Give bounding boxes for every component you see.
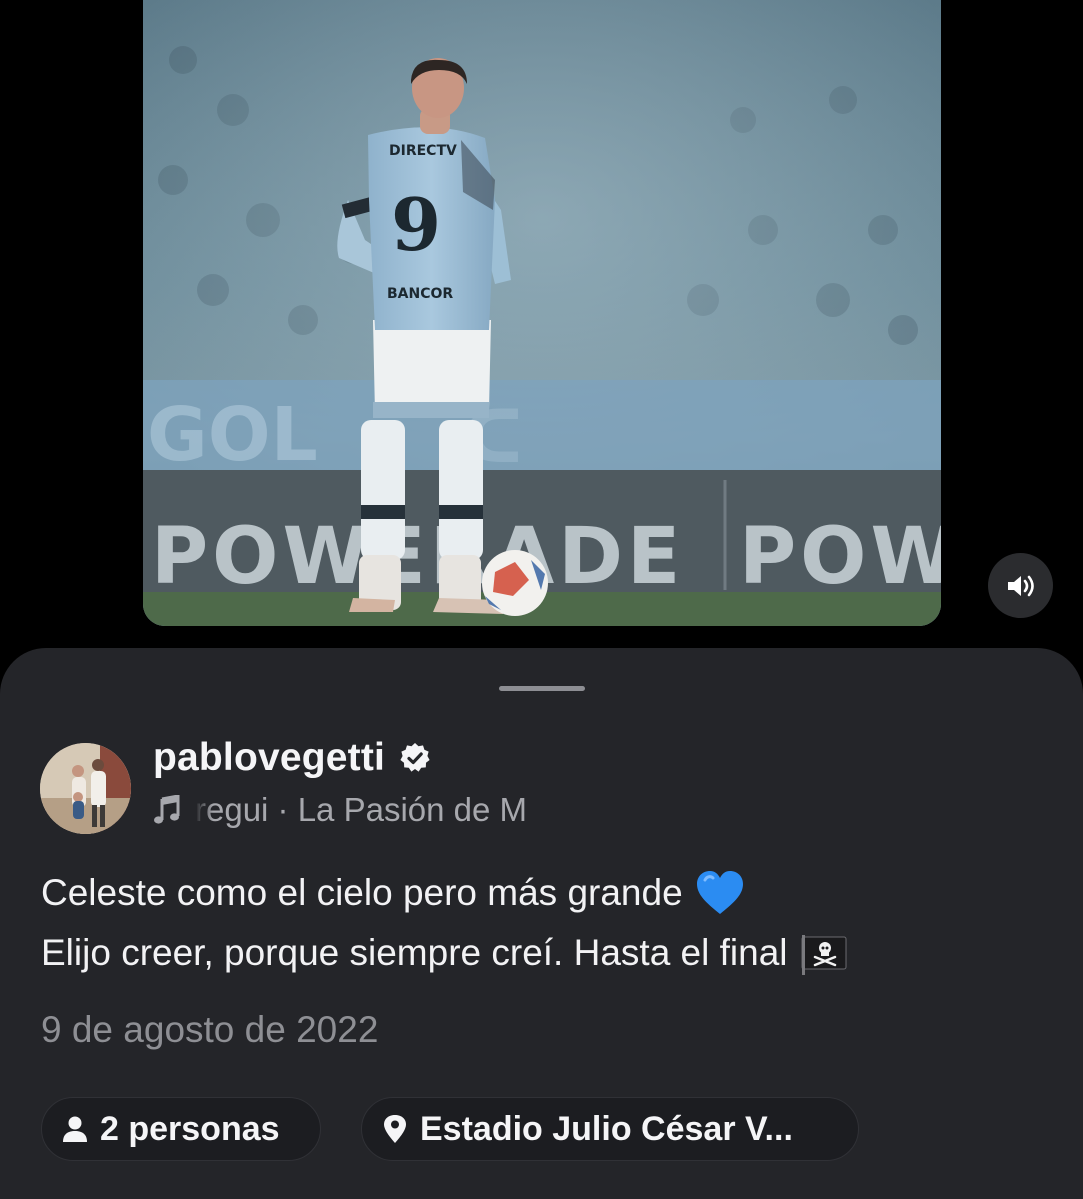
caption-line-1: Celeste como el cielo pero más grande [41, 872, 683, 913]
post-date: 9 de agosto de 2022 [41, 1009, 379, 1050]
username-row[interactable]: pablovegetti [153, 736, 431, 780]
location-label: Estadio Julio César V... [420, 1109, 793, 1148]
avatar[interactable] [40, 743, 131, 834]
blue-heart-emoji [696, 871, 743, 914]
soccer-ball [482, 550, 548, 616]
tagged-people-chip[interactable]: 2 personas [41, 1097, 321, 1161]
shirt-sponsor: DIRECTV [389, 143, 457, 159]
volume-button[interactable] [988, 553, 1053, 618]
post-detail-screen: GOL ᑕ POWERADE POW DIRECTV 9 BANCOR pabl… [0, 0, 1083, 1199]
location-pin-icon [384, 1115, 406, 1143]
pirate-flag-emoji [801, 935, 847, 975]
avatar-image [40, 743, 131, 834]
sheet-grabber[interactable] [499, 686, 585, 691]
tagged-people-label: 2 personas [100, 1109, 280, 1148]
music-note-icon [154, 795, 180, 824]
post-photo-image: GOL ᑕ POWERADE POW DIRECTV 9 BANCOR [143, 0, 941, 626]
post-caption: Celeste como el cielo pero más grande El… [41, 863, 850, 983]
banner-text-left: POWERADE [151, 512, 684, 602]
speaker-wave-icon [1007, 575, 1034, 596]
caption-line-2: Elijo creer, porque siempre creí. Hasta … [41, 932, 788, 973]
post-info-sheet: pablovegetti regui · La Pasión de M Cele… [0, 648, 1083, 1199]
verified-badge-icon [400, 743, 430, 772]
person-icon [63, 1116, 87, 1142]
svg-text:GOL: GOL [147, 392, 318, 478]
location-chip[interactable]: Estadio Julio César V... [361, 1097, 859, 1161]
shirt-number: 9 [391, 182, 441, 267]
shirt-back-sponsor: BANCOR [387, 286, 453, 302]
banner-text-right: POW [739, 512, 941, 602]
music-row[interactable]: regui · La Pasión de M [153, 791, 563, 829]
username[interactable]: pablovegetti [153, 736, 385, 780]
post-photo[interactable]: GOL ᑕ POWERADE POW DIRECTV 9 BANCOR [143, 0, 941, 626]
music-track-label[interactable]: regui · La Pasión de M [195, 791, 527, 829]
